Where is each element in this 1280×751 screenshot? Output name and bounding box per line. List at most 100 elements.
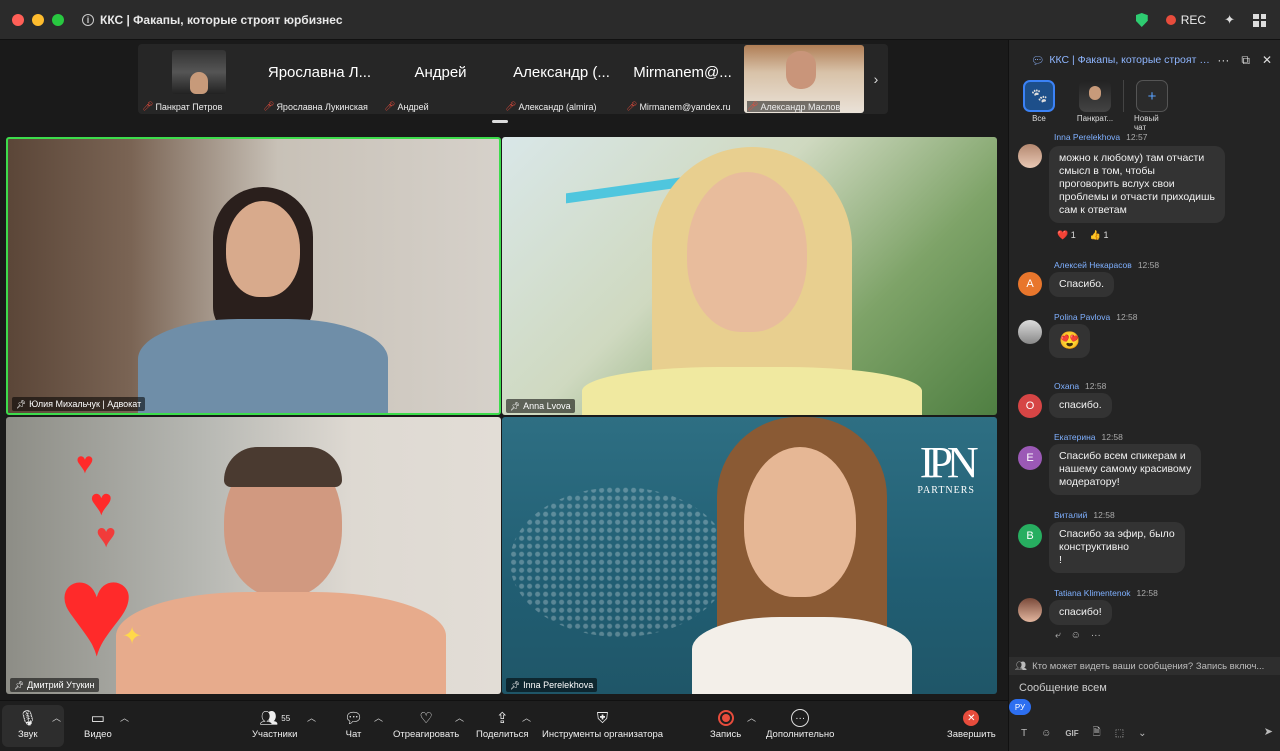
participants-button[interactable]: 👥︎ 55 Участники [252, 707, 297, 740]
tile-label: Юлия Михальчук | Адвокат [29, 399, 142, 409]
close-icon[interactable]: ✕ [1262, 53, 1272, 68]
avatar [1079, 80, 1111, 112]
heart-effect-icon: ♥ [58, 537, 136, 683]
chat-header: 💬︎ ККС | Факапы, которые строят юр... ··… [1009, 40, 1280, 80]
emoji-icon[interactable]: ☺ [1041, 728, 1051, 739]
tile-label: Inna Perelekhova [523, 680, 594, 690]
muted-mic-icon: 🎤︎ [142, 101, 154, 111]
video-area: 🎤︎ Панкрат Петров Ярославна Л... 🎤︎ Яросла… [0, 40, 1008, 700]
video-tile[interactable]: ♥ ♥ ♥ ♥ ✦ 📌︎ Дмитрий Утукин [6, 417, 501, 694]
video-tile[interactable]: 📌︎ Anna Lvova [502, 137, 997, 415]
audio-options-caret-icon[interactable]: ︿ [52, 711, 61, 724]
thumb-participant[interactable]: 🎤︎ Панкрат Петров [138, 44, 259, 114]
pin-icon: 📌︎ [510, 680, 521, 690]
recording-indicator[interactable]: REC [1165, 13, 1206, 27]
strip-next-button[interactable]: › [864, 44, 888, 114]
host-tools-label: Инструменты организатора [542, 729, 664, 740]
minimize-window-button[interactable] [32, 13, 44, 26]
gif-button[interactable]: GIF [1065, 729, 1078, 738]
video-tile[interactable]: IPN PARTNERS 📌︎ Inna Perelekhova [502, 417, 997, 694]
participants-label: Участники [252, 729, 298, 740]
host-tools-button[interactable]: ⛨ Инструменты организатора [542, 707, 664, 741]
avatar: O [1018, 394, 1042, 418]
react-options-caret-icon[interactable]: ︿ [455, 711, 464, 724]
thumb-label: Панкрат Петров [155, 101, 223, 112]
zoom-window-button[interactable] [52, 13, 64, 26]
react-button[interactable]: ♡ Отреагировать [393, 707, 459, 740]
chat-tab-label: Все [1032, 114, 1046, 123]
microphone-icon: 🎙︎ [18, 710, 38, 727]
screenshot-icon[interactable]: ⬚ [1115, 728, 1124, 739]
visibility-notice[interactable]: 👥︎ Кто может видеть ваши сообщения? Запи… [1009, 657, 1280, 675]
close-window-button[interactable] [12, 13, 24, 26]
ai-companion-icon[interactable]: ✦ [1224, 12, 1235, 28]
message-author: Алексей Некарасов [1054, 260, 1132, 270]
chat-tab-all[interactable]: 🐾︎ Все [1021, 80, 1057, 123]
more-button[interactable]: ··· Дополнительно [766, 707, 834, 740]
plus-icon: + [1136, 80, 1168, 112]
chat-tab-person[interactable]: Панкрат... [1077, 80, 1113, 123]
participant-strip: 🎤︎ Панкрат Петров Ярославна Л... 🎤︎ Яросла… [138, 44, 888, 114]
avatar: E [1018, 446, 1042, 470]
record-label: Запись [710, 729, 742, 740]
video-camera-icon: ▭ [90, 710, 105, 727]
share-button[interactable]: ⇪ Поделиться [476, 707, 528, 740]
ipn-partners-logo: IPN PARTNERS [917, 441, 978, 497]
message-text: конструктивно [1059, 541, 1129, 553]
title-bar: i ККС | Факапы, которые строят юрбизнес … [0, 0, 1280, 40]
recording-dot-icon [1165, 15, 1176, 25]
chevron-down-icon[interactable]: ⌄ [1138, 728, 1146, 739]
thumb-participant[interactable]: 🎤︎ Александр Маслов [743, 44, 864, 114]
language-badge[interactable]: РУ [1009, 699, 1031, 715]
sparkle-effect-icon: ✦ [122, 623, 143, 650]
chat-title[interactable]: ККС | Факапы, которые строят юр... [1049, 54, 1211, 66]
record-button[interactable]: Запись [710, 707, 741, 740]
thumb-participant[interactable]: Ярославна Л... 🎤︎ Ярославна Лукинская [259, 44, 380, 114]
more-dots-icon: ··· [791, 707, 810, 729]
video-options-caret-icon[interactable]: ︿ [120, 711, 129, 724]
end-meeting-icon: ✕ [963, 707, 980, 729]
thumb-name: Ярославна Л... [267, 63, 372, 81]
chat-more-icon[interactable]: ··· [1217, 53, 1229, 68]
message-time: 12:58 [1085, 381, 1107, 391]
share-screen-icon: ⇪ [495, 710, 509, 727]
thumb-name: Александр (... [513, 63, 610, 81]
tile-label: Anna Lvova [523, 401, 571, 411]
pop-out-icon[interactable]: ⧉ [1241, 53, 1250, 68]
avatar: B [1018, 524, 1042, 548]
reply-icon[interactable]: ⤶ [1055, 630, 1061, 641]
message-author: Polina Pavlova [1054, 312, 1111, 322]
share-options-caret-icon[interactable]: ︿ [522, 711, 531, 724]
add-reaction-icon[interactable]: ☺ [1071, 630, 1081, 641]
thumb-participant[interactable]: Андрей 🎤︎ Андрей [380, 44, 501, 114]
reaction-heart[interactable]: ❤️ 1 [1057, 230, 1076, 241]
text-format-icon[interactable]: T [1021, 728, 1027, 739]
chat-bubble-icon: 💬︎ [1031, 54, 1045, 67]
thumb-participant[interactable]: Mirmanem@... 🎤︎ Mirmanem@yandex.ru [622, 44, 743, 114]
video-tile[interactable]: 📌︎ Юлия Михальчук | Адвокат [6, 137, 501, 415]
message-input[interactable]: Сообщение всем [1019, 682, 1107, 694]
record-options-caret-icon[interactable]: ︿ [747, 711, 756, 724]
more-icon[interactable]: ··· [1091, 630, 1101, 641]
meeting-title[interactable]: i ККС | Факапы, которые строят юрбизнес [82, 13, 343, 27]
view-grid-icon[interactable] [1253, 13, 1266, 27]
pin-icon: 📌︎ [14, 680, 25, 690]
chat-options-caret-icon[interactable]: ︿ [374, 711, 383, 724]
participants-options-caret-icon[interactable]: ︿ [307, 711, 316, 724]
video-button[interactable]: ▭ Видео [84, 707, 112, 740]
encryption-shield-icon[interactable] [1135, 13, 1148, 27]
new-chat-button[interactable]: + Новый чат [1134, 80, 1170, 132]
send-icon[interactable]: ➤ [1264, 725, 1273, 738]
reactions-row: ❤️ 1 👍 1 [1057, 230, 1109, 241]
chat-bubble-icon: 💬︎ [344, 710, 364, 727]
react-label: Отреагировать [393, 729, 460, 740]
file-icon[interactable]: 🗎︎ [1093, 725, 1101, 742]
video-label: Видео [84, 729, 112, 740]
audio-button[interactable]: 🎙︎ Звук [18, 707, 37, 740]
more-label: Дополнительно [766, 729, 835, 740]
info-icon[interactable]: i [82, 13, 94, 26]
chat-button[interactable]: 💬︎ Чат [344, 707, 363, 740]
reaction-thumbs-up[interactable]: 👍 1 [1090, 230, 1109, 241]
thumb-participant[interactable]: Александр (... 🎤︎ Александр (almira) [501, 44, 622, 114]
end-meeting-button[interactable]: ✕ Завершить [947, 707, 996, 740]
